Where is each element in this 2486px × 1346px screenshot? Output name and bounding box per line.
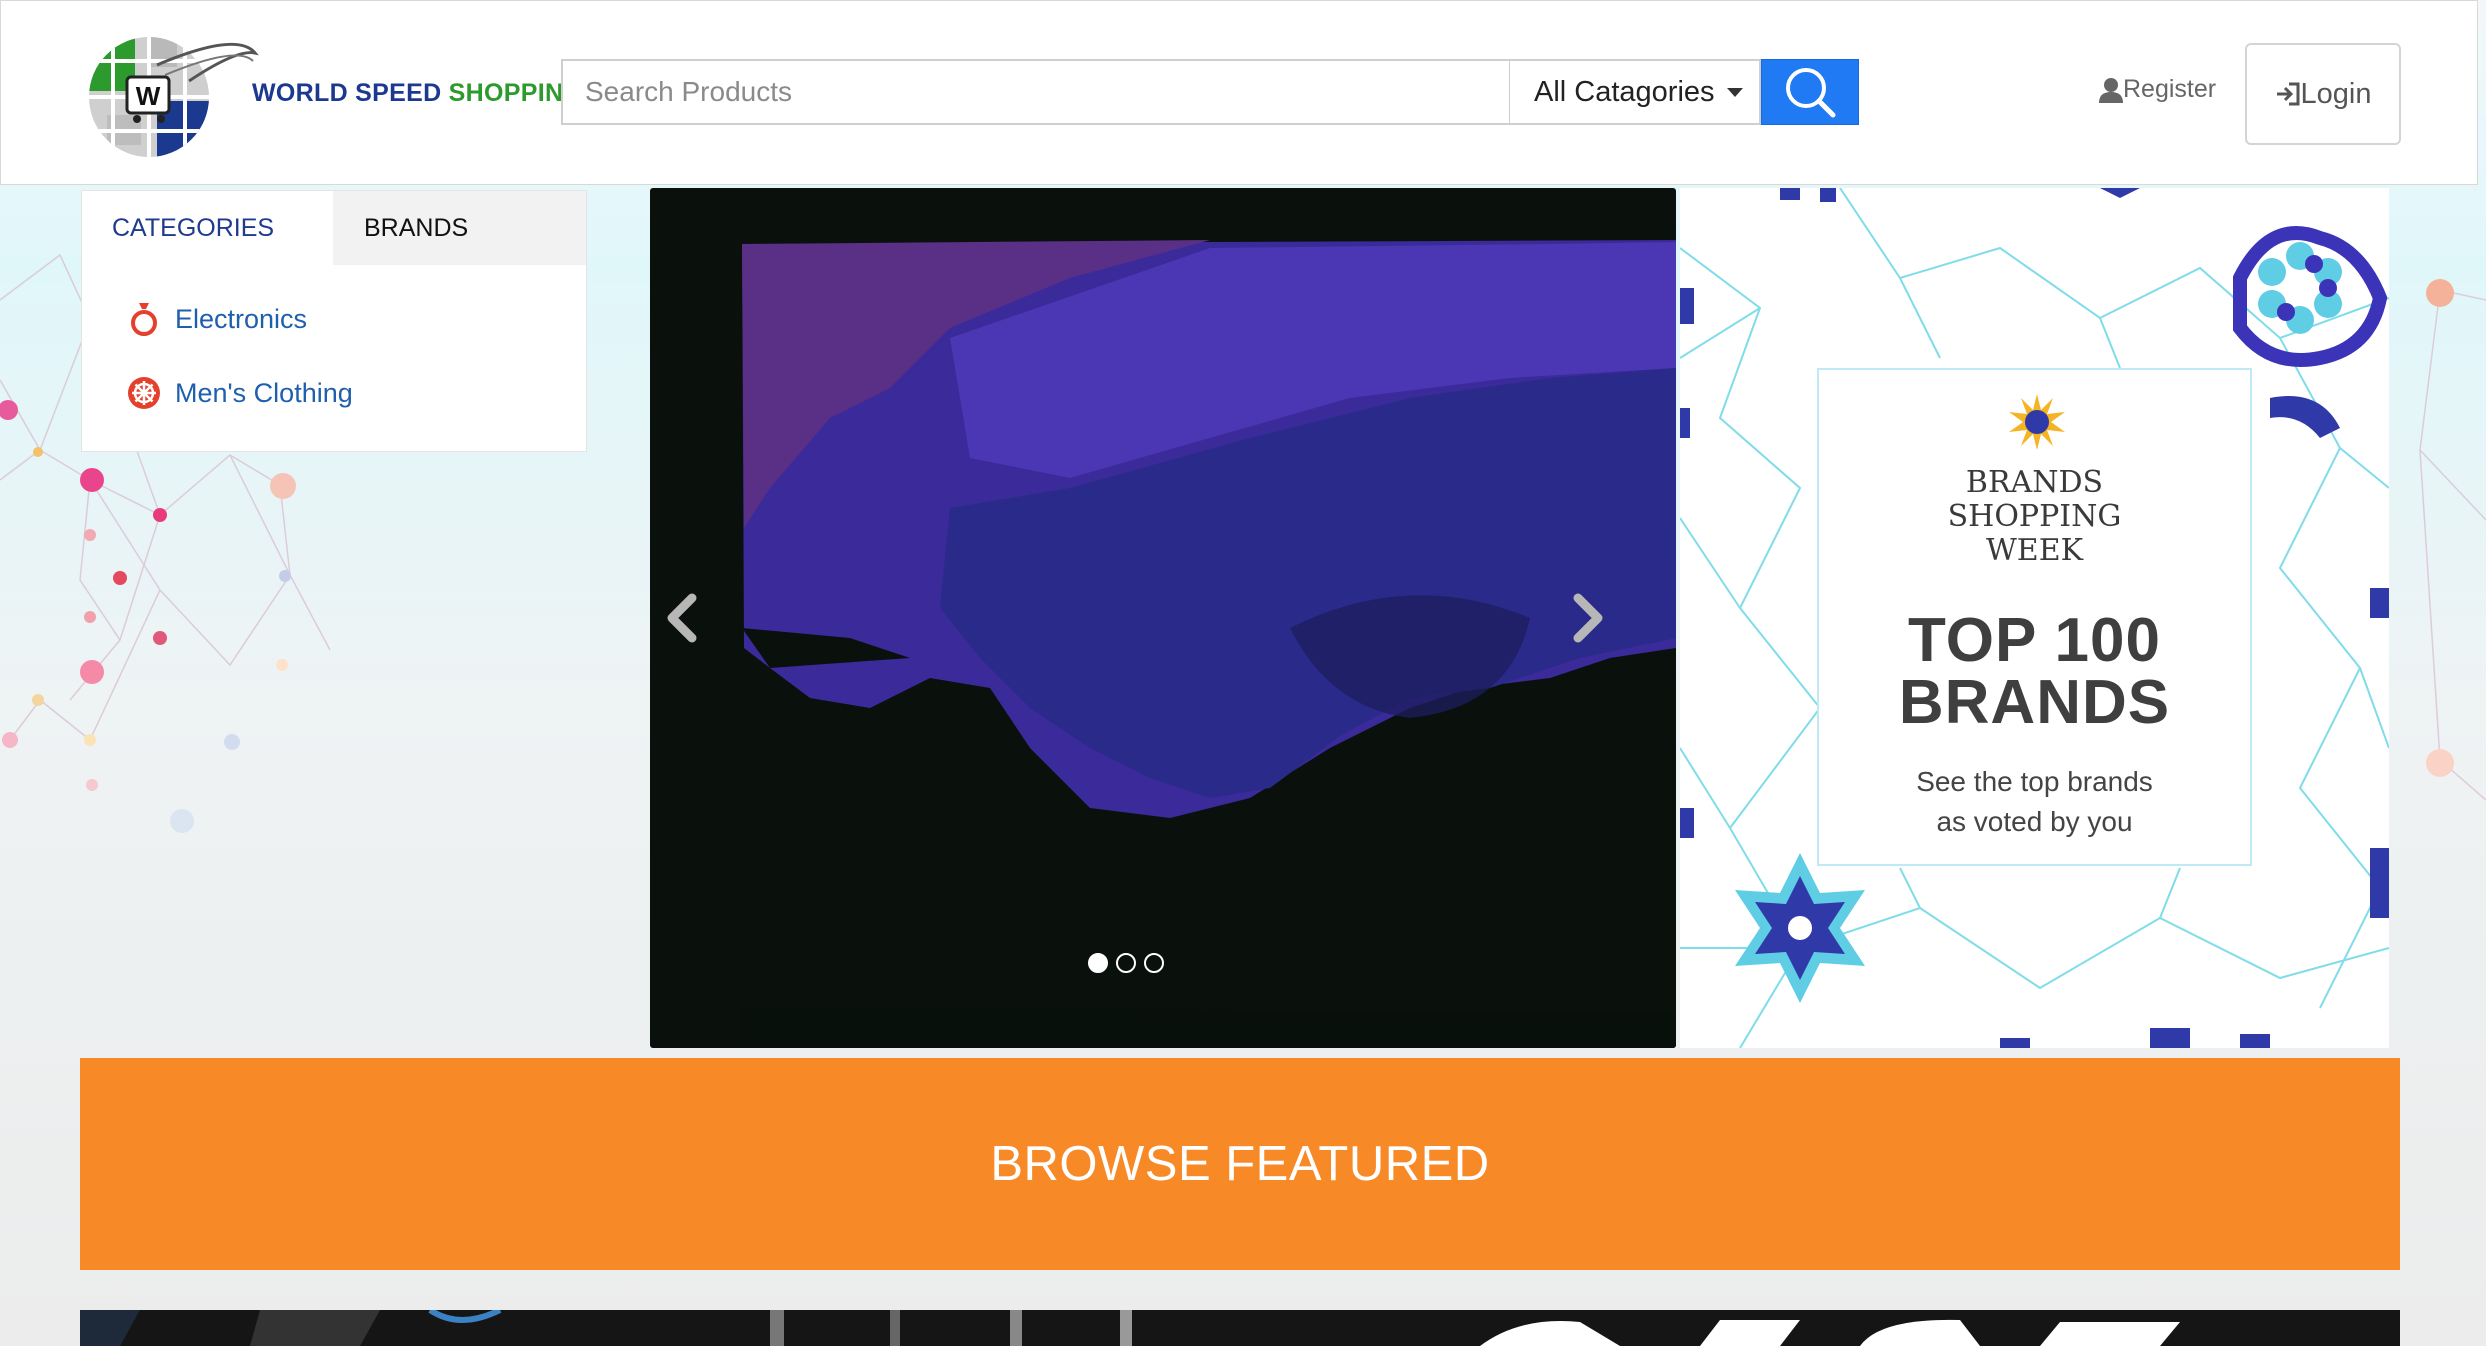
register-link[interactable]: Register [2099, 75, 2216, 104]
subtitle-line: as voted by you [1936, 806, 2133, 837]
category-tabs: CATEGORIES BRANDS [82, 191, 586, 265]
featured-product-image [80, 1310, 2400, 1346]
carousel-slide-image [742, 240, 1676, 1048]
search-input[interactable] [561, 59, 1511, 125]
carousel-dot[interactable] [1144, 953, 1164, 973]
register-label: Register [2123, 75, 2217, 103]
login-icon [2276, 82, 2300, 106]
search-button[interactable] [1761, 59, 1859, 125]
banner-card: BRANDS SHOPPING WEEK TOP 100 BRANDS See … [1817, 368, 2252, 866]
carousel-indicators [1088, 953, 1164, 973]
brands-shopping-week-title: BRANDS SHOPPING WEEK [1819, 466, 2250, 568]
category-item-electronics[interactable]: Electronics [126, 301, 307, 337]
title-line: WEEK [1985, 533, 2084, 568]
title-line: BRANDS [1965, 465, 2104, 500]
browse-featured-banner[interactable]: BROWSE FEATURED [80, 1058, 2400, 1270]
category-item-mens-clothing[interactable]: Men's Clothing [126, 375, 353, 411]
globe-cart-logo[interactable]: W [87, 31, 263, 163]
categories-panel: CATEGORIES BRANDS Electronics Men's Clot… [81, 190, 587, 452]
headline-line: BRANDS [1898, 668, 2171, 737]
brands-week-banner[interactable]: BRANDS SHOPPING WEEK TOP 100 BRANDS See … [1680, 188, 2389, 1048]
search-icon [1786, 68, 1836, 118]
title-line: SHOPPING [1947, 499, 2122, 534]
svg-text:W: W [136, 81, 161, 111]
chevron-left-icon[interactable] [656, 588, 716, 648]
carousel-dot[interactable] [1116, 953, 1136, 973]
headline-line: TOP 100 [1908, 606, 2161, 675]
hero-carousel[interactable] [650, 188, 1676, 1048]
ring-icon [131, 303, 157, 336]
category-dropdown-value: All Catagories [1534, 75, 1715, 108]
chevron-right-icon[interactable] [1556, 588, 1616, 648]
brand-name[interactable]: WORLD SPEED SHOPPING [252, 79, 583, 108]
browse-featured-label: BROWSE FEATURED [990, 1137, 1490, 1191]
login-button[interactable]: Login [2245, 43, 2401, 145]
caret-down-icon [1726, 87, 1743, 97]
banner-subtitle: See the top brands as voted by you [1819, 762, 2250, 842]
carousel-dot[interactable] [1088, 953, 1108, 973]
user-icon [2099, 77, 2123, 103]
category-label: Men's Clothing [175, 377, 353, 408]
site-header: W WORLD SPEED SHOPPING All Catagories Re… [0, 0, 2478, 185]
brand-name-part-1: WORLD SPEED [252, 79, 442, 107]
category-dropdown[interactable]: All Catagories [1509, 59, 1761, 125]
wheel-icon [128, 377, 160, 409]
sunburst-badge-icon [2009, 394, 2065, 450]
tab-categories[interactable]: CATEGORIES [82, 191, 333, 265]
subtitle-line: See the top brands [1916, 766, 2153, 797]
top-brands-headline: TOP 100 BRANDS [1819, 610, 2250, 734]
category-label: Electronics [175, 303, 308, 334]
tab-brands[interactable]: BRANDS [333, 191, 586, 265]
featured-product-strip[interactable] [80, 1310, 2400, 1346]
login-label: Login [2300, 77, 2372, 110]
